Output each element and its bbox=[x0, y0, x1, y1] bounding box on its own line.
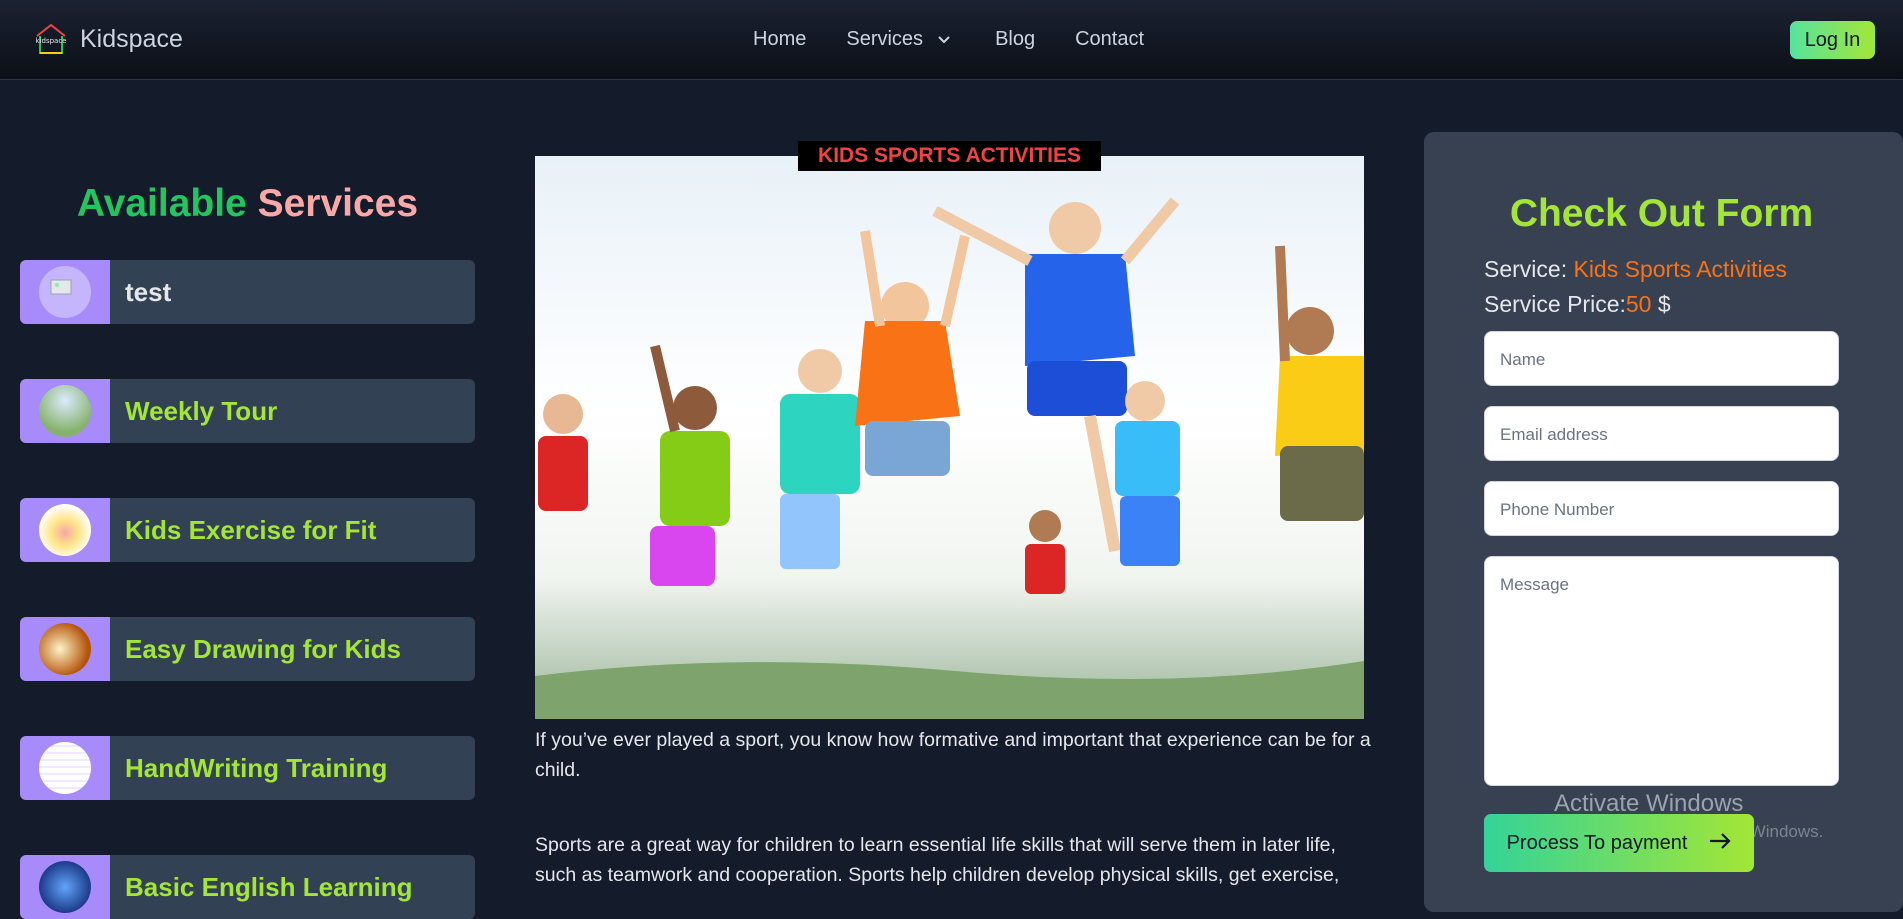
nav-services-label: Services bbox=[846, 28, 924, 50]
handwriting-photo-thumbnail bbox=[39, 742, 91, 794]
service-item-label: Basic English Learning bbox=[125, 871, 413, 902]
services-heading-part1: Available bbox=[76, 182, 247, 225]
service-item-kids-exercise[interactable]: Kids Exercise for Fit bbox=[20, 498, 475, 562]
name-field[interactable]: Name bbox=[1484, 331, 1839, 386]
logo-text: kidspace bbox=[36, 37, 67, 45]
service-item-label: HandWriting Training bbox=[125, 752, 388, 783]
process-payment-button[interactable]: Process To payment bbox=[1484, 814, 1754, 872]
service-thumbnail bbox=[20, 498, 110, 562]
checkout-form-title: Check Out Form bbox=[1509, 192, 1814, 235]
service-item-label: Weekly Tour bbox=[125, 395, 278, 426]
service-thumbnail bbox=[20, 736, 110, 800]
service-item-label: test bbox=[125, 276, 172, 307]
services-heading: Available Services bbox=[20, 182, 475, 226]
service-thumbnail bbox=[20, 260, 110, 324]
arrow-right-icon bbox=[1709, 832, 1731, 855]
price-line: Service Price:50 $ bbox=[1484, 291, 1671, 318]
nav-links: Home Services Blog Contact bbox=[753, 28, 1184, 51]
nav-services-dropdown[interactable]: Services bbox=[846, 28, 951, 51]
service-item-test[interactable]: test bbox=[20, 260, 475, 324]
service-item-weekly-tour[interactable]: Weekly Tour bbox=[20, 379, 475, 443]
phone-field[interactable]: Phone Number bbox=[1484, 481, 1839, 536]
top-navbar: kidspace Kidspace Home Services Blog Con… bbox=[0, 0, 1903, 80]
service-value: Kids Sports Activities bbox=[1573, 256, 1787, 282]
nav-home-link[interactable]: Home bbox=[753, 28, 806, 51]
price-label: Service Price: bbox=[1484, 291, 1626, 317]
service-item-basic-english[interactable]: Basic English Learning bbox=[20, 855, 475, 919]
service-item-label: Kids Exercise for Fit bbox=[125, 514, 377, 545]
service-title: KIDS SPORTS ACTIVITIES bbox=[798, 141, 1101, 171]
nav-blog-link[interactable]: Blog bbox=[995, 28, 1035, 51]
nav-contact-link[interactable]: Contact bbox=[1075, 28, 1144, 51]
english-photo-thumbnail bbox=[39, 861, 91, 913]
house-logo-icon: kidspace bbox=[34, 22, 68, 56]
service-thumbnail bbox=[20, 379, 110, 443]
price-currency: $ bbox=[1657, 291, 1671, 317]
process-payment-label: Process To payment bbox=[1506, 831, 1688, 854]
service-item-handwriting[interactable]: HandWriting Training bbox=[20, 736, 475, 800]
service-thumbnail bbox=[20, 617, 110, 681]
service-label: Service: bbox=[1484, 256, 1568, 282]
service-item-easy-drawing[interactable]: Easy Drawing for Kids bbox=[20, 617, 475, 681]
description-paragraph-1: If you’ve ever played a sport, you know … bbox=[535, 729, 1371, 781]
login-button[interactable]: Log In bbox=[1790, 21, 1875, 59]
chevron-down-icon bbox=[937, 28, 951, 51]
description-paragraph-2: Sports are a great way for children to l… bbox=[535, 834, 1340, 886]
hero-image-kids-jumping bbox=[535, 156, 1364, 719]
service-thumbnail bbox=[20, 855, 110, 919]
service-item-label: Easy Drawing for Kids bbox=[125, 633, 401, 664]
email-field[interactable]: Email address bbox=[1484, 406, 1839, 461]
kids-photo-thumbnail bbox=[39, 385, 91, 437]
kids-photo-thumbnail bbox=[39, 504, 91, 556]
brand-name: Kidspace bbox=[80, 24, 183, 53]
broken-image-icon bbox=[39, 266, 91, 318]
message-textarea[interactable]: Message bbox=[1484, 556, 1839, 786]
service-line: Service: Kids Sports Activities bbox=[1484, 256, 1787, 283]
brand[interactable]: kidspace Kidspace bbox=[34, 22, 183, 56]
price-value: 50 bbox=[1625, 291, 1652, 317]
services-heading-part2: Services bbox=[257, 182, 419, 225]
kids-photo-thumbnail bbox=[39, 623, 91, 675]
